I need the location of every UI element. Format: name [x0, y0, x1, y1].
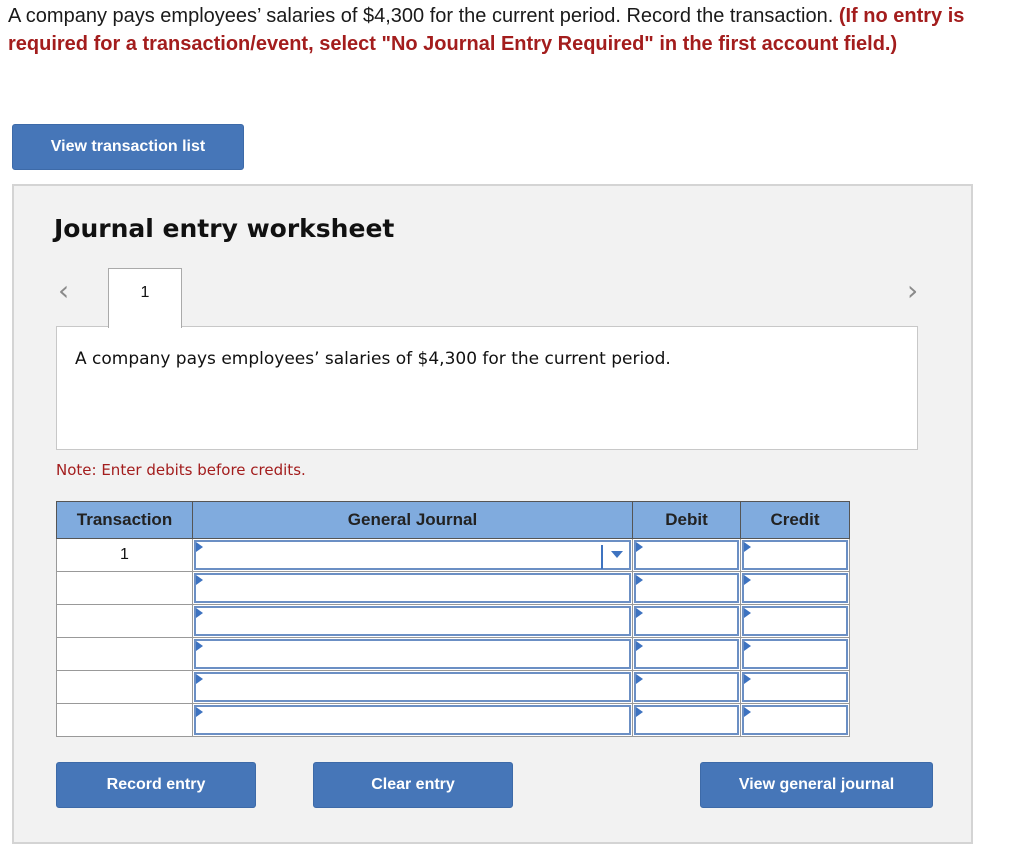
worksheet-title: Journal entry worksheet: [54, 214, 395, 243]
header-credit: Credit: [740, 501, 850, 539]
journal-entry-worksheet-panel: Journal entry worksheet ‹ 1 › A company …: [12, 184, 973, 844]
transaction-number: [56, 637, 193, 671]
credit-input[interactable]: [742, 540, 848, 570]
chevron-right-icon[interactable]: ›: [907, 274, 918, 307]
account-select[interactable]: [194, 705, 631, 735]
account-select[interactable]: [194, 672, 631, 702]
transaction-number: [56, 670, 193, 704]
journal-table: Transaction General Journal Debit Credit…: [56, 501, 850, 737]
table-row: [56, 703, 850, 737]
account-select[interactable]: [194, 639, 631, 669]
table-row: [56, 571, 850, 605]
debit-input[interactable]: [634, 573, 739, 603]
transaction-description: A company pays employees’ salaries of $4…: [56, 326, 918, 450]
table-row: [56, 670, 850, 704]
header-transaction: Transaction: [56, 501, 193, 539]
table-row: [56, 637, 850, 671]
header-debit: Debit: [632, 501, 741, 539]
account-select[interactable]: [194, 573, 631, 603]
record-entry-button[interactable]: Record entry: [56, 762, 256, 808]
debit-input[interactable]: [634, 606, 739, 636]
debit-input[interactable]: [634, 540, 739, 570]
tab-transaction-1[interactable]: 1: [108, 268, 182, 328]
chevron-down-icon[interactable]: [611, 551, 623, 558]
header-general-journal: General Journal: [192, 501, 633, 539]
account-select[interactable]: [194, 606, 631, 636]
table-row: [56, 604, 850, 638]
transaction-number: 1: [56, 538, 193, 572]
view-transaction-list-button[interactable]: View transaction list: [12, 124, 244, 170]
debit-input[interactable]: [634, 705, 739, 735]
question-body: A company pays employees’ salaries of $4…: [8, 5, 839, 27]
credit-input[interactable]: [742, 705, 848, 735]
credit-input[interactable]: [742, 606, 848, 636]
credit-input[interactable]: [742, 573, 848, 603]
account-select[interactable]: [194, 540, 631, 570]
table-row: 1: [56, 538, 850, 572]
chevron-left-icon[interactable]: ‹: [58, 274, 69, 307]
credit-input[interactable]: [742, 672, 848, 702]
debit-input[interactable]: [634, 672, 739, 702]
view-general-journal-button[interactable]: View general journal: [700, 762, 933, 808]
debit-input[interactable]: [634, 639, 739, 669]
transaction-number: [56, 571, 193, 605]
dropdown-separator: [601, 545, 603, 569]
entry-note: Note: Enter debits before credits.: [56, 461, 306, 479]
transaction-number: [56, 703, 193, 737]
clear-entry-button[interactable]: Clear entry: [313, 762, 513, 808]
question-text: A company pays employees’ salaries of $4…: [8, 2, 1018, 58]
credit-input[interactable]: [742, 639, 848, 669]
transaction-number: [56, 604, 193, 638]
